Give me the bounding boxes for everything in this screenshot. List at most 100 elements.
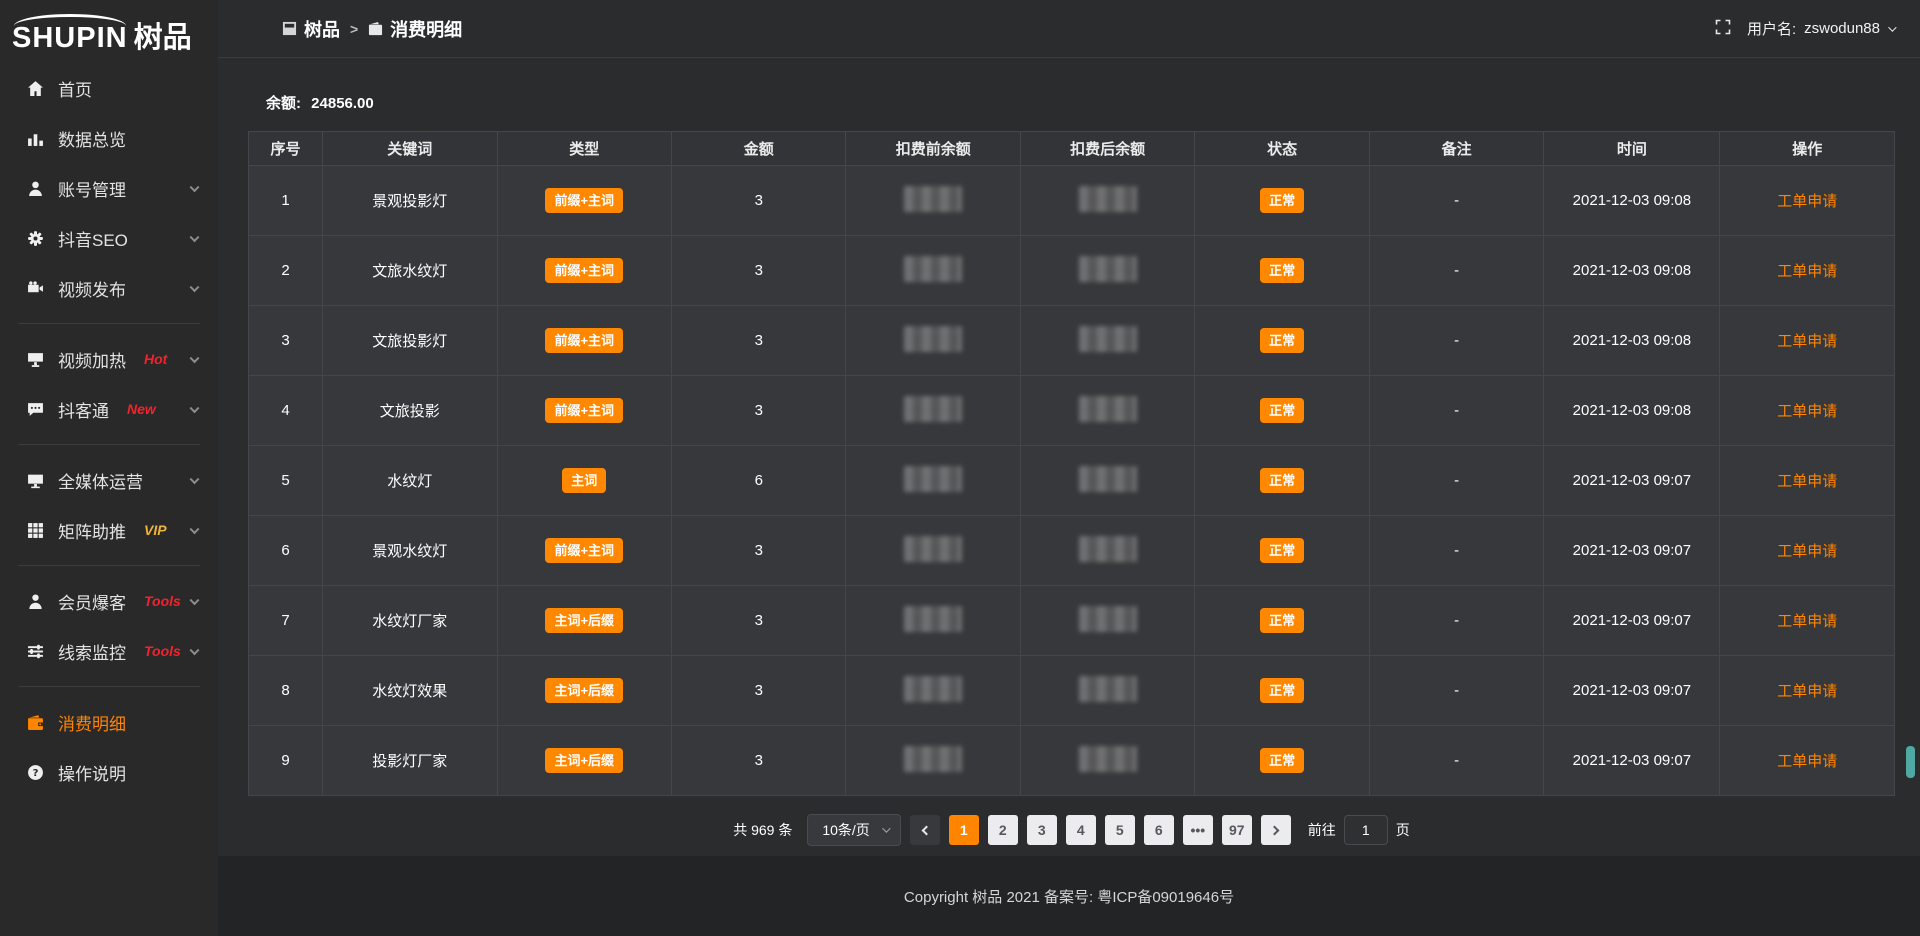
sidebar-item-matrix-boost[interactable]: 矩阵助推 VIP — [0, 505, 218, 555]
work-order-link[interactable]: 工单申请 — [1777, 613, 1837, 630]
redacted-balance-after — [1079, 186, 1137, 212]
cell-balance-before — [846, 586, 1020, 656]
page-button-5[interactable]: 5 — [1105, 815, 1135, 845]
sidebar-item-video-heat[interactable]: 视频加热 Hot — [0, 334, 218, 384]
cell-remark: - — [1369, 236, 1543, 306]
cell-time: 2021-12-03 09:07 — [1544, 656, 1720, 726]
cell-remark: - — [1369, 516, 1543, 586]
cell-index: 3 — [249, 306, 323, 376]
sidebar-item-member-baoke[interactable]: 会员爆客 Tools — [0, 576, 218, 626]
cell-keyword: 文旅投影 — [323, 376, 497, 446]
page-size-select[interactable]: 10条/页 — [807, 814, 900, 846]
scrollbar-thumb[interactable] — [1906, 746, 1915, 778]
cell-type: 主词 — [497, 446, 671, 516]
goto-page-input[interactable] — [1344, 815, 1388, 845]
cell-balance-after — [1020, 516, 1194, 586]
grid-icon — [26, 521, 44, 539]
fullscreen-icon[interactable] — [1715, 19, 1731, 39]
work-order-link[interactable]: 工单申请 — [1777, 543, 1837, 560]
sidebar-item-media-operations[interactable]: 全媒体运营 — [0, 455, 218, 505]
work-order-link[interactable]: 工单申请 — [1777, 473, 1837, 490]
cell-balance-before — [846, 376, 1020, 446]
page-ellipsis-button[interactable]: ••• — [1183, 815, 1213, 845]
sidebar-item-douyin-seo[interactable]: 抖音SEO — [0, 213, 218, 263]
type-badge: 前缀+主词 — [545, 538, 623, 564]
user-icon — [26, 179, 44, 197]
sidebar-item-label: 抖音SEO — [58, 226, 128, 251]
breadcrumb: 树品 > 消费明细 — [282, 16, 462, 42]
cell-type: 主词+后缀 — [497, 726, 671, 796]
gear-icon — [26, 229, 44, 247]
sidebar-item-data-overview[interactable]: 数据总览 — [0, 113, 218, 163]
sliders-icon — [26, 642, 44, 660]
redacted-balance-before — [904, 326, 962, 352]
cell-keyword: 水纹灯效果 — [323, 656, 497, 726]
page-button-6[interactable]: 6 — [1144, 815, 1174, 845]
type-badge: 前缀+主词 — [545, 188, 623, 214]
prev-page-button[interactable] — [910, 815, 940, 845]
chevron-down-icon — [190, 232, 200, 242]
sidebar-item-home[interactable]: 首页 — [0, 63, 218, 113]
goto-label: 前往 — [1308, 820, 1336, 840]
breadcrumb-current[interactable]: 消费明细 — [368, 16, 462, 42]
col-header-amount: 金额 — [672, 132, 846, 166]
cell-balance-after — [1020, 446, 1194, 516]
table-row: 2 文旅水纹灯 前缀+主词 3 正常 - 2021-12-03 09:08 工单… — [249, 236, 1895, 306]
sidebar-item-consumption-detail[interactable]: 消费明细 — [0, 697, 218, 747]
page-button-2[interactable]: 2 — [988, 815, 1018, 845]
user-menu[interactable]: 用户名: zswodun88 — [1747, 18, 1894, 39]
page-button-97[interactable]: 97 — [1222, 815, 1252, 845]
work-order-link[interactable]: 工单申请 — [1777, 403, 1837, 420]
vip-tag: VIP — [144, 522, 167, 538]
work-order-link[interactable]: 工单申请 — [1777, 333, 1837, 350]
cell-balance-after — [1020, 236, 1194, 306]
cell-amount: 3 — [672, 376, 846, 446]
sidebar-item-label: 数据总览 — [58, 126, 126, 151]
work-order-link[interactable]: 工单申请 — [1777, 263, 1837, 280]
sidebar-item-label: 首页 — [58, 76, 92, 101]
work-order-link[interactable]: 工单申请 — [1777, 193, 1837, 210]
cell-type: 主词+后缀 — [497, 586, 671, 656]
cell-index: 8 — [249, 656, 323, 726]
redacted-balance-before — [904, 256, 962, 282]
cell-keyword: 景观投影灯 — [323, 166, 497, 236]
table-row: 4 文旅投影 前缀+主词 3 正常 - 2021-12-03 09:08 工单申… — [249, 376, 1895, 446]
cell-amount: 3 — [672, 166, 846, 236]
sidebar-item-video-publish[interactable]: 视频发布 — [0, 263, 218, 313]
work-order-link[interactable]: 工单申请 — [1777, 683, 1837, 700]
cell-action: 工单申请 — [1720, 516, 1895, 586]
wallet-icon — [26, 713, 44, 731]
work-order-link[interactable]: 工单申请 — [1777, 753, 1837, 770]
cell-remark: - — [1369, 446, 1543, 516]
cell-balance-after — [1020, 586, 1194, 656]
sidebar-divider — [18, 444, 200, 445]
cell-time: 2021-12-03 09:07 — [1544, 726, 1720, 796]
tools-tag: Tools — [144, 593, 181, 609]
sidebar-item-instructions[interactable]: ? 操作说明 — [0, 747, 218, 797]
sidebar-item-douketong[interactable]: 抖客通 New — [0, 384, 218, 434]
table-row: 6 景观水纹灯 前缀+主词 3 正常 - 2021-12-03 09:07 工单… — [249, 516, 1895, 586]
cell-remark: - — [1369, 306, 1543, 376]
page-button-4[interactable]: 4 — [1066, 815, 1096, 845]
cell-amount: 3 — [672, 516, 846, 586]
chevron-down-icon — [1888, 23, 1896, 31]
cell-remark: - — [1369, 376, 1543, 446]
cell-amount: 3 — [672, 656, 846, 726]
status-badge: 正常 — [1260, 398, 1304, 424]
sidebar-item-account-management[interactable]: 账号管理 — [0, 163, 218, 213]
page-button-1[interactable]: 1 — [949, 815, 979, 845]
sidebar-item-clue-monitor[interactable]: 线索监控 Tools — [0, 626, 218, 676]
table-row: 3 文旅投影灯 前缀+主词 3 正常 - 2021-12-03 09:08 工单… — [249, 306, 1895, 376]
cell-keyword: 投影灯厂家 — [323, 726, 497, 796]
next-page-button[interactable] — [1261, 815, 1291, 845]
page-button-3[interactable]: 3 — [1027, 815, 1057, 845]
cell-amount: 3 — [672, 236, 846, 306]
cell-status: 正常 — [1195, 166, 1369, 236]
breadcrumb-separator: > — [350, 21, 358, 37]
main-area: 树品 > 消费明细 用户名: zswodun88 余额: 24856.00 — [218, 0, 1920, 936]
cell-balance-before — [846, 166, 1020, 236]
breadcrumb-home[interactable]: 树品 — [282, 16, 340, 42]
sidebar-item-label: 抖客通 — [58, 397, 109, 422]
table-row: 8 水纹灯效果 主词+后缀 3 正常 - 2021-12-03 09:07 工单… — [249, 656, 1895, 726]
chevron-down-icon — [190, 645, 200, 655]
